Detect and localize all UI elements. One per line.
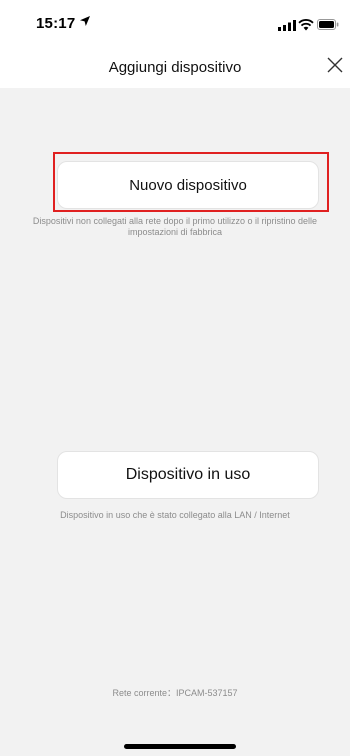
in-use-device-description: Dispositivo in uso che è stato collegato…	[60, 510, 290, 520]
status-time: 15:17	[36, 15, 76, 32]
current-network-label: Rete corrente：IPCAM-537157	[112, 688, 238, 698]
page-title: Aggiungi dispositivo	[108, 59, 242, 76]
add-device-screen: 15:17 Aggiungi dispositivo Nuovo disposi…	[0, 0, 350, 756]
signal-icon	[278, 20, 296, 31]
new-device-description: Dispositivi non collegati alla rete dopo…	[32, 216, 318, 237]
new-device-button[interactable]: Nuovo dispositivo	[57, 161, 319, 209]
home-indicator	[124, 744, 236, 749]
status-bar: 15:17	[0, 0, 350, 44]
location-arrow-icon	[80, 16, 90, 26]
navigation-bar: Aggiungi dispositivo	[0, 44, 350, 88]
in-use-device-button[interactable]: Dispositivo in uso	[57, 451, 319, 499]
in-use-device-label: Dispositivo in uso	[125, 466, 251, 483]
battery-icon	[317, 19, 339, 30]
new-device-label: Nuovo dispositivo	[129, 176, 247, 194]
wifi-icon	[298, 19, 314, 31]
close-icon[interactable]	[325, 55, 345, 75]
